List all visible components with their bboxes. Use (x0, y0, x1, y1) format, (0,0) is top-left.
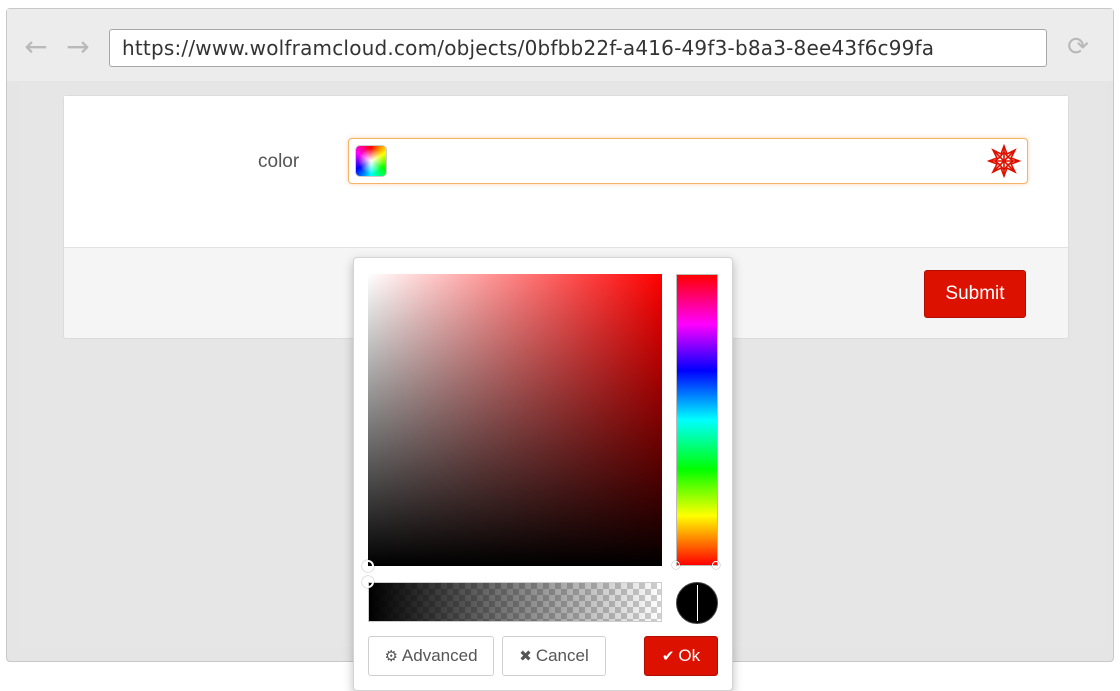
ok-label: Ok (678, 646, 701, 665)
saturation-value-area[interactable] (368, 274, 662, 566)
color-wheel-icon[interactable] (355, 145, 387, 177)
wolfram-spikey-icon (987, 144, 1021, 178)
browser-window: ← → https://www.wolframcloud.com/objects… (6, 8, 1114, 691)
color-field-label: color (258, 151, 300, 172)
cancel-label: Cancel (535, 646, 589, 665)
hue-slider[interactable] (676, 274, 718, 566)
url-bar[interactable]: https://www.wolframcloud.com/objects/0bf… (109, 29, 1047, 67)
close-icon: ✖ (519, 647, 532, 665)
check-icon: ✔ (661, 647, 675, 665)
arrow-right-icon[interactable]: → (63, 33, 93, 63)
hue-handle-left[interactable] (672, 561, 680, 569)
alpha-slider[interactable] (368, 582, 662, 622)
submit-button[interactable]: Submit (924, 270, 1026, 318)
advanced-label: Advanced (401, 646, 478, 665)
gear-icon: ⚙ (384, 647, 398, 665)
advanced-button[interactable]: ⚙ Advanced (368, 636, 494, 676)
color-preview (676, 582, 718, 624)
reload-icon[interactable]: ⟳ (1063, 33, 1093, 63)
saturation-handle[interactable] (362, 560, 374, 572)
page-content: color Submit ⚙ Advanced ✖ Cancel ✔ Ok (19, 83, 1105, 691)
ok-button[interactable]: ✔ Ok (644, 636, 718, 676)
browser-toolbar: ← → https://www.wolframcloud.com/objects… (7, 9, 1113, 81)
arrow-left-icon[interactable]: ← (21, 33, 51, 63)
hue-handle-right[interactable] (712, 561, 720, 569)
form-fields-area: color (64, 96, 1068, 248)
color-picker-popup: ⚙ Advanced ✖ Cancel ✔ Ok (353, 257, 733, 691)
alpha-handle[interactable] (362, 576, 374, 588)
color-input[interactable] (348, 138, 1028, 184)
cancel-button[interactable]: ✖ Cancel (502, 636, 606, 676)
